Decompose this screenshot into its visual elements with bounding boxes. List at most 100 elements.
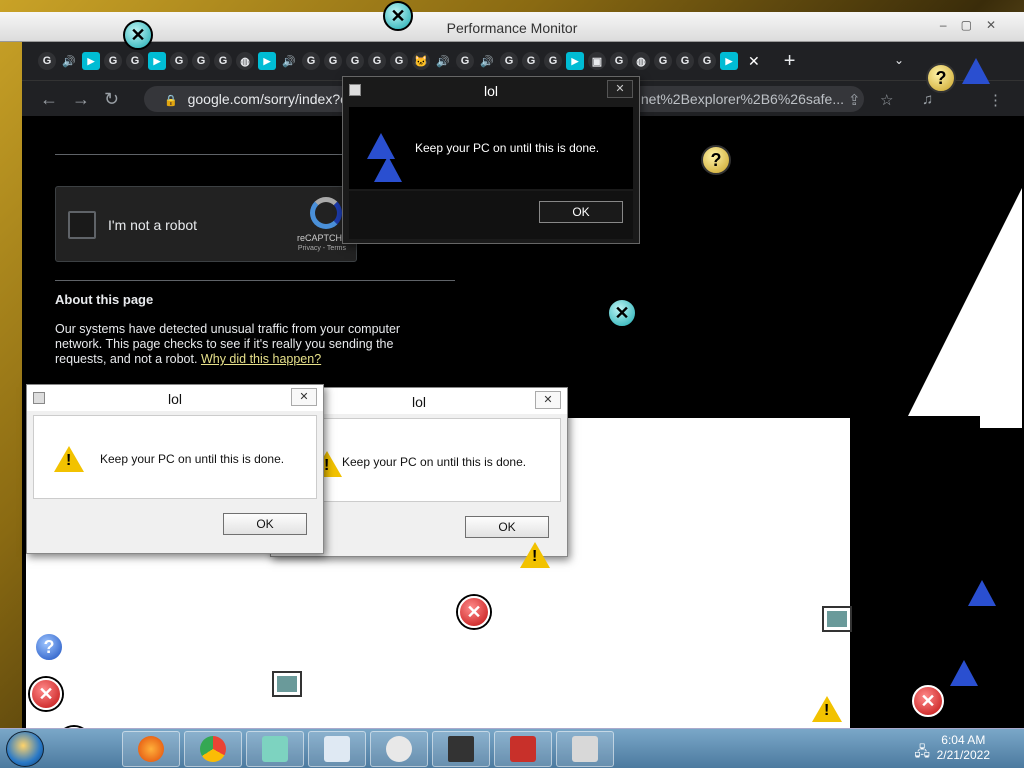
tab[interactable]: G bbox=[456, 52, 474, 70]
tab[interactable]: G bbox=[654, 52, 672, 70]
lock-icon[interactable]: 🔒 bbox=[164, 95, 178, 107]
performance-monitor-titlebar[interactable]: Performance Monitor – ▢ ✕ bbox=[0, 12, 1024, 42]
taskbar-app[interactable] bbox=[494, 731, 552, 767]
tab[interactable]: 🔊 bbox=[434, 52, 452, 70]
tab-close-icon[interactable]: ✕ bbox=[748, 53, 760, 70]
url-tail-text: net%2Bexplorer%2B6%26safe... bbox=[640, 91, 844, 107]
new-tab-button[interactable]: + bbox=[784, 50, 796, 73]
divider bbox=[55, 280, 455, 281]
recaptcha-links[interactable]: Privacy - Terms bbox=[298, 245, 346, 252]
tab[interactable]: G bbox=[302, 52, 320, 70]
toolbox-icon bbox=[510, 736, 536, 762]
tab[interactable]: ◍ bbox=[236, 52, 254, 70]
tab[interactable]: G bbox=[544, 52, 562, 70]
error-teal-icon: ✕ bbox=[383, 1, 413, 31]
clock[interactable]: 6:04 AM 2/21/2022 bbox=[937, 733, 990, 763]
window-icon bbox=[572, 736, 598, 762]
dialog-title: lol bbox=[483, 83, 498, 99]
tab[interactable]: ◍ bbox=[632, 52, 650, 70]
url-text: google.com/sorry/index?co bbox=[187, 91, 355, 107]
warning-blue-icon bbox=[962, 58, 990, 84]
taskbar-app[interactable] bbox=[556, 731, 614, 767]
dialog-close-button[interactable]: ✕ bbox=[291, 388, 317, 406]
network-icon[interactable]: 🖧 bbox=[914, 741, 930, 765]
performance-monitor-icon bbox=[448, 736, 474, 762]
tab[interactable]: G bbox=[522, 52, 540, 70]
recaptcha-brand: reCAPTCHA bbox=[296, 233, 348, 243]
warning-blue-icon bbox=[950, 660, 978, 686]
dialog-button-bar: OK bbox=[349, 191, 633, 239]
reload-icon[interactable]: ↻ bbox=[104, 89, 119, 110]
window-app-icon bbox=[822, 606, 852, 632]
tab[interactable]: G bbox=[346, 52, 364, 70]
why-link[interactable]: Why did this happen? bbox=[201, 352, 321, 366]
recaptcha-checkbox[interactable] bbox=[68, 211, 96, 239]
tab[interactable]: ▶ bbox=[258, 52, 276, 70]
start-button[interactable] bbox=[6, 731, 44, 767]
taskbar-app[interactable] bbox=[246, 731, 304, 767]
close-button[interactable]: ✕ bbox=[986, 18, 996, 32]
window-app-icon bbox=[272, 671, 302, 697]
tab[interactable]: G bbox=[126, 52, 144, 70]
ok-button[interactable]: OK bbox=[539, 201, 623, 223]
maximize-button[interactable]: ▢ bbox=[961, 18, 972, 32]
chrome-icon bbox=[200, 736, 226, 762]
minimize-button[interactable]: – bbox=[940, 18, 947, 32]
dialog-title: lol bbox=[167, 391, 182, 407]
tab[interactable]: G bbox=[324, 52, 342, 70]
warning-icon bbox=[812, 696, 842, 722]
tab[interactable]: G bbox=[610, 52, 628, 70]
media-icon[interactable]: ♫ bbox=[922, 91, 933, 108]
forward-icon[interactable]: → bbox=[72, 89, 90, 110]
bookmark-star-icon[interactable]: ☆ bbox=[880, 91, 893, 109]
taskbar-firefox[interactable] bbox=[122, 731, 180, 767]
ok-button[interactable]: OK bbox=[465, 516, 549, 538]
tab[interactable]: G bbox=[390, 52, 408, 70]
tab[interactable]: 🔊 bbox=[280, 52, 298, 70]
question-icon: ? bbox=[926, 63, 956, 93]
tab[interactable]: 🐱 bbox=[412, 52, 430, 70]
rendering-artifact bbox=[902, 188, 1022, 428]
recaptcha-widget: I'm not a robot reCAPTCHA Privacy - Term… bbox=[55, 186, 357, 262]
tab[interactable]: G bbox=[214, 52, 232, 70]
error-icon: ✕ bbox=[458, 596, 490, 628]
performance-monitor-controls: – ▢ ✕ bbox=[940, 18, 996, 32]
taskbar-app[interactable] bbox=[308, 731, 366, 767]
dialog-titlebar[interactable]: lol ✕ bbox=[27, 385, 323, 411]
message-dialog: lol ✕ Keep your PC on until this is done… bbox=[26, 384, 324, 554]
back-icon[interactable]: ← bbox=[40, 89, 58, 110]
tab[interactable]: G bbox=[104, 52, 122, 70]
tab[interactable]: G bbox=[500, 52, 518, 70]
tab[interactable]: G bbox=[192, 52, 210, 70]
taskbar-app[interactable] bbox=[432, 731, 490, 767]
taskbar: 🖧 6:04 AM 2/21/2022 bbox=[0, 728, 1024, 768]
tab-active[interactable]: ▶ bbox=[720, 52, 738, 70]
dialog-close-button[interactable]: ✕ bbox=[535, 391, 561, 409]
taskbar-chrome[interactable] bbox=[184, 731, 242, 767]
tab[interactable]: 🔊 bbox=[478, 52, 496, 70]
dialog-close-button[interactable]: ✕ bbox=[607, 80, 633, 98]
dialog-message: Keep your PC on until this is done. bbox=[342, 455, 527, 469]
tab[interactable]: G bbox=[698, 52, 716, 70]
tab-search-icon[interactable]: ⌄ bbox=[894, 53, 904, 67]
tab[interactable]: G bbox=[368, 52, 386, 70]
clock-date: 2/21/2022 bbox=[936, 748, 990, 762]
error-teal-icon: ✕ bbox=[607, 298, 637, 328]
tab[interactable]: G bbox=[676, 52, 694, 70]
tab[interactable]: G bbox=[170, 52, 188, 70]
notepad-icon bbox=[262, 736, 288, 762]
dialog-titlebar[interactable]: lol ✕ bbox=[343, 77, 639, 103]
tab[interactable]: G bbox=[38, 52, 56, 70]
tab[interactable]: ▶ bbox=[148, 52, 166, 70]
share-icon[interactable]: ⇪ bbox=[848, 91, 861, 109]
ok-button[interactable]: OK bbox=[223, 513, 307, 535]
taskbar-app[interactable] bbox=[370, 731, 428, 767]
tab[interactable]: 🔊 bbox=[60, 52, 78, 70]
tab[interactable]: ▣ bbox=[588, 52, 606, 70]
menu-icon[interactable]: ⋮ bbox=[988, 91, 1003, 109]
tab[interactable]: ▶ bbox=[566, 52, 584, 70]
warning-icon bbox=[520, 542, 550, 568]
tab[interactable]: ▶ bbox=[82, 52, 100, 70]
error-icon: ✕ bbox=[912, 685, 944, 717]
tool-icon bbox=[386, 736, 412, 762]
